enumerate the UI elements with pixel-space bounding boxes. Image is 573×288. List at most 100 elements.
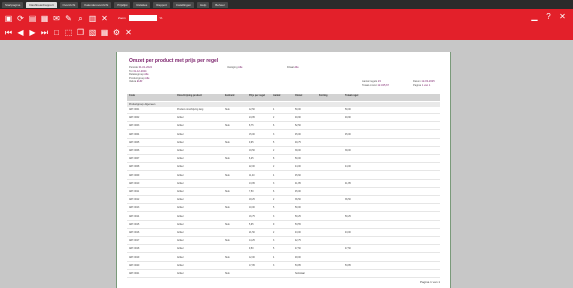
table-row[interactable]: ART-0020 Artikel 17,95 3 53,85 53,85 (127, 264, 440, 270)
tab-7[interactable]: Instellingen (172, 1, 195, 8)
toolbar-row-primary: ▣ ⟳ ▤ ▦ ✉ ✎ ⌕ ▥ ✕ Zoom% (4, 12, 163, 24)
table-row[interactable]: ART-0004 Artikel 15,00 3 45,00 45,00 (127, 133, 440, 139)
table-row[interactable]: ART-0002 Artikel 24,95 2 49,90 49,90 (127, 116, 440, 123)
fit-page-icon[interactable]: □ (52, 28, 61, 37)
window-controls: ▁? ✕ (530, 12, 567, 21)
previous-page-icon[interactable]: ◀ (16, 28, 25, 37)
close-icon[interactable]: ✕ (558, 12, 567, 21)
first-page-icon[interactable]: ⏮ (4, 28, 13, 37)
table-cell: ART-0003 (129, 125, 140, 128)
grid-icon[interactable]: ▦ (100, 28, 109, 37)
table-row[interactable]: ART-0009 Artikel Stuk 11,40 4 45,60 (127, 174, 440, 180)
table-cell: 52,50 (295, 125, 301, 128)
column-header[interactable]: Omzet (295, 94, 302, 98)
column-header[interactable]: Eenheid (225, 94, 234, 98)
refresh-icon[interactable]: ⟳ (16, 14, 25, 23)
zoom-input[interactable] (128, 15, 157, 21)
meta-value: Alle (294, 66, 299, 69)
table-cell: 45,00 (345, 133, 351, 136)
table-cell: ART-0012 (129, 199, 140, 202)
help-icon[interactable]: ? (544, 12, 553, 21)
table-row[interactable]: ART-0021 Artikel Stuk Subtotaal (127, 272, 440, 278)
meta-key: Periode (129, 66, 138, 69)
table-cell: 47,50 (295, 248, 301, 251)
table-cell: Artikel (177, 182, 184, 185)
tab-3[interactable]: Kalenderoverzicht (81, 1, 112, 8)
tab-1[interactable]: Dashboardrapport (26, 1, 57, 8)
table-cell: ART-0005 (129, 141, 140, 144)
search-icon[interactable]: ⌕ (76, 14, 85, 23)
table-row[interactable]: ART-0006 Artikel 19,50 2 39,00 39,00 (127, 149, 440, 155)
column-header[interactable]: Code (129, 94, 135, 98)
table-cell: 5,95 (249, 223, 254, 226)
fit-width-icon[interactable]: ⬚ (64, 28, 73, 37)
edit-icon[interactable]: ✎ (64, 14, 73, 23)
tab-2[interactable]: Overzicht (59, 1, 79, 8)
export-icon[interactable]: ▦ (40, 14, 49, 23)
table-cell: 5 (273, 248, 275, 251)
next-page-icon[interactable]: ▶ (28, 28, 37, 37)
column-header[interactable]: Aantal (273, 94, 280, 98)
table-cell: 9,95 (249, 141, 254, 144)
table-row[interactable]: ART-0008 Artikel 22,00 2 44,00 44,00 (127, 165, 440, 172)
table-row[interactable]: ART-0003 Artikel Stuk 8,75 6 52,50 (127, 124, 440, 131)
table-cell: 12,00 (249, 256, 255, 259)
tab-8[interactable]: Help (197, 1, 210, 8)
delete-icon[interactable]: ▥ (88, 14, 97, 23)
table-row[interactable]: ART-0015 Artikel Stuk 5,95 9 53,55 (127, 223, 440, 229)
table-row[interactable]: ART-0014 Artikel 16,75 3 50,25 50,25 (127, 215, 440, 221)
settings-icon[interactable]: ⚙ (112, 28, 121, 37)
print-icon[interactable]: ▤ (28, 14, 37, 23)
table-row[interactable]: ART-0017 Artikel Stuk 14,25 3 42,75 (127, 239, 440, 246)
meta-value: Alle (144, 73, 149, 77)
meta-key: Filiaal (287, 66, 294, 69)
email-icon[interactable]: ✉ (52, 14, 61, 23)
meta-line: Filiaal Alle (287, 66, 299, 70)
table-cell: Stuk (225, 223, 230, 226)
table-cell: 2 (273, 117, 275, 120)
table-row[interactable]: ART-0007 Artikel Stuk 6,25 8 50,00 (127, 157, 440, 164)
table-row[interactable]: ART-0001 Product omschrijving lang Stuk 12,… (127, 108, 440, 114)
column-header[interactable]: Prijs per regel (249, 94, 265, 98)
table-row[interactable]: ART-0013 Artikel Stuk 10,00 5 50,00 (127, 206, 440, 213)
tab-0[interactable]: Startpagina (2, 1, 24, 8)
table-cell: 5 (273, 141, 275, 144)
table-cell: 8,75 (249, 125, 254, 128)
table-cell: 50,00 (295, 109, 301, 111)
close-icon[interactable]: ✕ (100, 14, 109, 23)
table-cell: 53,85 (295, 264, 301, 267)
table-row[interactable]: ART-0019 Artikel Stuk 12,00 4 48,00 (127, 256, 440, 262)
table-cell: 53,55 (295, 223, 301, 226)
table-cell: 42,75 (295, 240, 301, 243)
tab-9[interactable]: Beheer (212, 1, 228, 8)
table-cell: 39,00 (345, 150, 351, 152)
table-cell: 44,00 (295, 166, 301, 169)
tab-6[interactable]: Rapport (153, 1, 170, 8)
tab-4[interactable]: Prijslijst (114, 1, 131, 8)
table-row[interactable]: ART-0018 Artikel 9,50 5 47,50 47,50 (127, 247, 440, 254)
table-cell: 49,90 (295, 117, 301, 120)
meta-key: Relatiegroep (129, 73, 144, 77)
last-page-icon[interactable]: ⏭ (40, 28, 49, 37)
column-header[interactable]: Korting (319, 94, 328, 98)
table-cell: Artikel (177, 240, 184, 243)
table-row[interactable]: ART-0011 Artikel Stuk 7,50 6 45,00 (127, 190, 440, 196)
meta-value: Alle (145, 76, 150, 80)
table-cell: 45,00 (295, 191, 301, 193)
column-header[interactable]: Totaal regel (345, 94, 358, 98)
report-meta-right: Filiaal Alle (287, 66, 299, 70)
table-cell: 36,50 (295, 199, 301, 202)
table-row[interactable]: ART-0012 Artikel 18,25 2 36,50 36,50 (127, 198, 440, 205)
meta-line: Totaal omzet 12.345,67 (362, 84, 389, 88)
table-row[interactable]: ART-0010 Artikel 13,95 3 41,85 41,85 (127, 182, 440, 188)
copy-icon[interactable]: ❐ (76, 28, 85, 37)
close-icon[interactable]: ✕ (124, 28, 133, 37)
layout-icon[interactable]: ▧ (88, 28, 97, 37)
save-icon[interactable]: ▣ (4, 14, 13, 23)
table-row[interactable]: ART-0016 Artikel 21,50 2 43,00 43,00 (127, 231, 440, 237)
column-header[interactable]: Omschrijving product (177, 94, 202, 98)
table-row[interactable]: ART-0005 Artikel Stuk 9,95 5 49,75 (127, 141, 440, 147)
table-cell: Stuk (225, 158, 230, 161)
minimize-icon[interactable]: ▁ (530, 12, 539, 21)
tab-5[interactable]: Relaties (133, 1, 151, 8)
